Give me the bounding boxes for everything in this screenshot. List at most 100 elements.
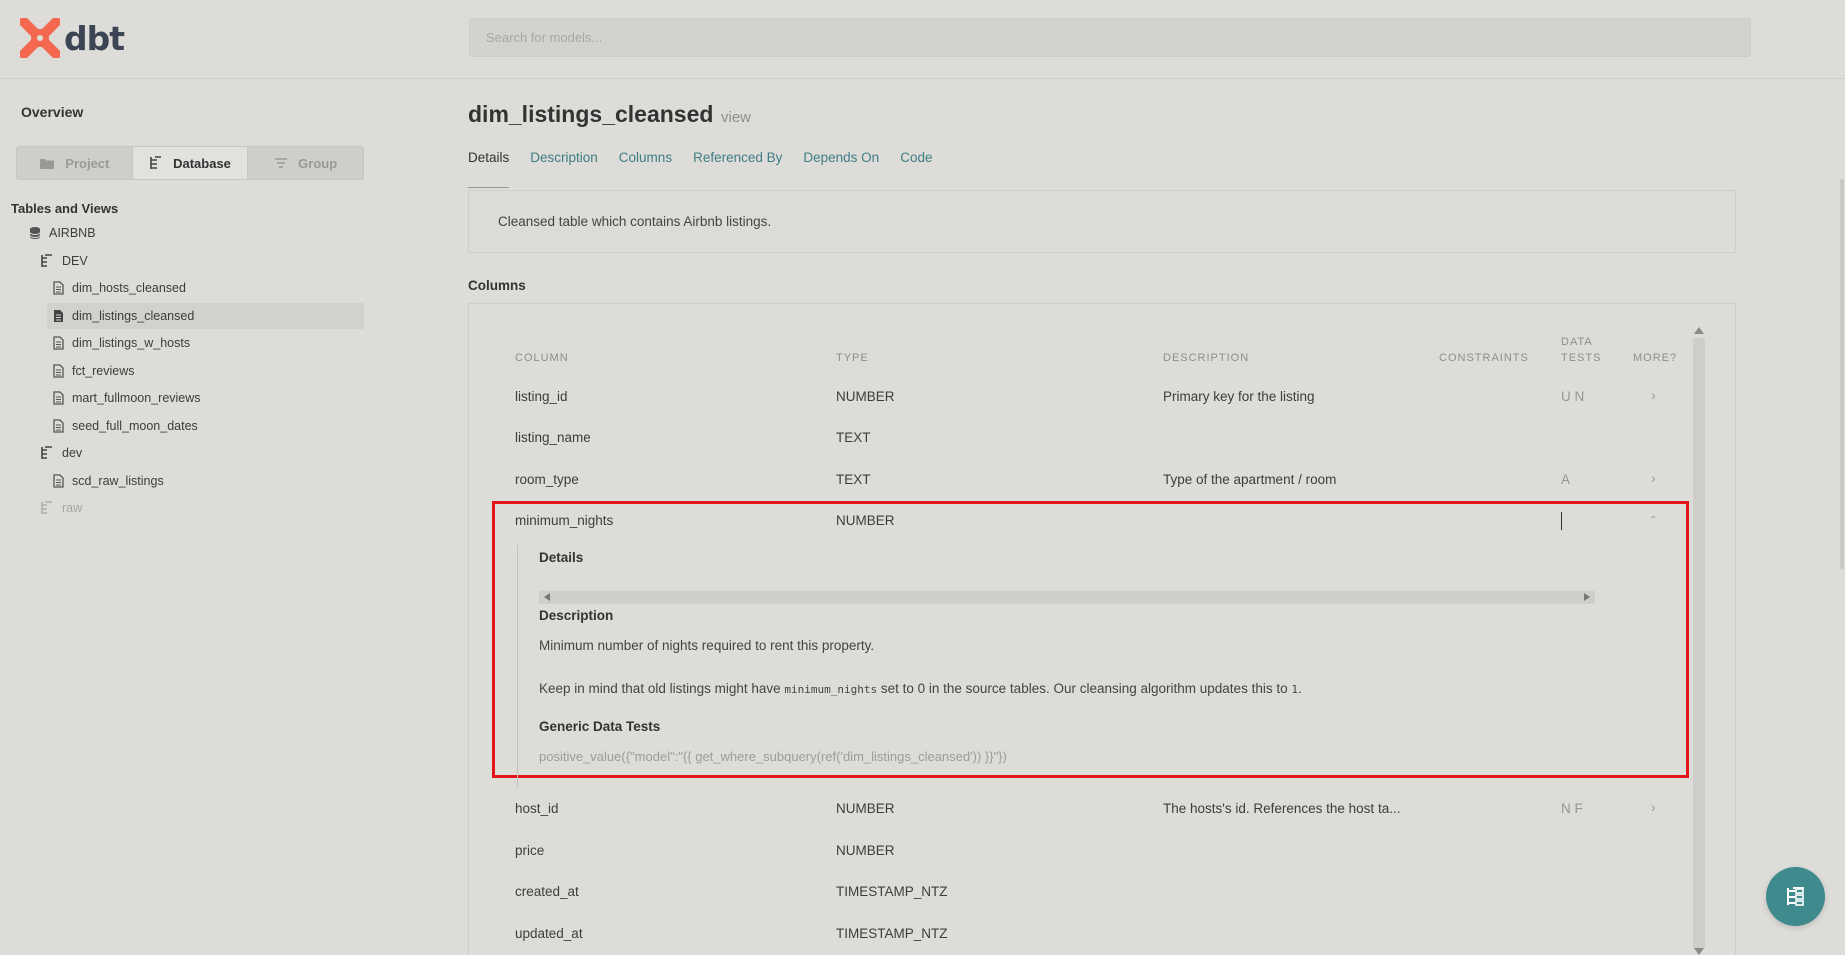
model-description: Cleansed table which contains Airbnb lis… — [498, 214, 772, 229]
schema-icon — [41, 254, 52, 267]
overview-link[interactable]: Overview — [21, 104, 83, 120]
row-updated-at-type: TIMESTAMP_NTZ — [836, 926, 948, 941]
tree-database-airbnb[interactable]: AIRBNB — [29, 220, 96, 246]
row-created-at-type: TIMESTAMP_NTZ — [836, 884, 948, 899]
inline-code: minimum_nights — [784, 683, 878, 696]
dbt-logo-icon — [20, 18, 60, 58]
row-room-type-name[interactable]: room_type — [515, 472, 579, 487]
tab-description[interactable]: Description — [530, 148, 598, 188]
page-scrollbar[interactable] — [1837, 79, 1845, 955]
column-description-line1: Minimum number of nights required to ren… — [539, 638, 875, 653]
row-minimum-nights-type: NUMBER — [836, 513, 895, 528]
desc-text: Keep in mind that old listings might hav… — [539, 681, 785, 696]
row-host-id-description: The hosts's id. References the host ta..… — [1163, 801, 1401, 816]
tree-model-fct-reviews[interactable]: fct_reviews — [53, 358, 135, 384]
row-listing-id-name[interactable]: listing_id — [515, 389, 568, 404]
row-host-id-name[interactable]: host_id — [515, 801, 559, 816]
row-created-at-name[interactable]: created_at — [515, 884, 579, 899]
tree-label: AIRBNB — [49, 226, 96, 240]
header-data-tests-line2: TESTS — [1561, 352, 1602, 364]
database-tab[interactable]: Database — [131, 147, 249, 179]
row-listing-name-name[interactable]: listing_name — [515, 430, 591, 445]
desc-text: set to 0 in the source tables. Our clean… — [877, 681, 1292, 696]
header-type: TYPE — [836, 352, 869, 364]
tree-label: scd_raw_listings — [72, 474, 164, 488]
header-column: COLUMN — [515, 352, 569, 364]
tab-referenced-by[interactable]: Referenced By — [693, 148, 782, 188]
details-horizontal-scrollbar[interactable] — [539, 591, 1595, 604]
project-tab-label: Project — [65, 155, 110, 171]
header: dbt — [0, 0, 1845, 79]
page-scrollbar-thumb[interactable] — [1840, 179, 1844, 569]
model-type-label: view — [721, 109, 752, 126]
scroll-right-arrow-icon[interactable] — [1584, 593, 1590, 601]
header-data-tests-line1: DATA — [1561, 336, 1593, 348]
tree-label: raw — [62, 501, 83, 515]
header-description: DESCRIPTION — [1163, 352, 1250, 364]
row-updated-at-name[interactable]: updated_at — [515, 926, 583, 941]
file-icon — [54, 310, 63, 322]
file-icon — [53, 474, 64, 488]
scroll-left-arrow-icon[interactable] — [544, 593, 550, 601]
row-room-type-description: Type of the apartment / room — [1163, 472, 1337, 487]
tab-details[interactable]: Details — [468, 148, 510, 188]
row-host-id-type: NUMBER — [836, 801, 895, 816]
tree-schema-dev-lower[interactable]: dev — [40, 440, 82, 466]
tree-label: dim_listings_w_hosts — [72, 336, 191, 350]
row-price-name[interactable]: price — [515, 843, 544, 858]
tree-model-scd-raw-listings[interactable]: scd_raw_listings — [53, 468, 164, 494]
tree-model-dim-hosts-cleansed[interactable]: dim_hosts_cleansed — [53, 275, 186, 301]
tree-schema-dev[interactable]: DEV — [40, 248, 88, 274]
tree-label: fct_reviews — [72, 364, 135, 378]
expand-chevron-icon[interactable]: › — [1651, 799, 1656, 815]
columns-scrollbar[interactable] — [1692, 325, 1706, 955]
lineage-graph-button[interactable] — [1766, 867, 1825, 926]
file-icon — [53, 336, 64, 350]
filter-icon — [275, 158, 288, 168]
scroll-down-arrow-icon[interactable] — [1694, 948, 1704, 955]
row-host-id-tests: N F — [1561, 801, 1583, 816]
inline-code: 1 — [1291, 683, 1298, 696]
tree-model-dim-listings-cleansed[interactable]: dim_listings_cleansed — [47, 303, 364, 329]
row-listing-id-tests: U N — [1561, 389, 1585, 404]
lineage-icon — [1786, 886, 1804, 906]
tab-depends-on[interactable]: Depends On — [803, 148, 879, 188]
expand-chevron-icon[interactable]: › — [1651, 387, 1656, 403]
row-minimum-nights-name[interactable]: minimum_nights — [515, 513, 613, 528]
column-description-line2: Keep in mind that old listings might hav… — [539, 681, 1302, 696]
row-listing-name-type: TEXT — [836, 430, 871, 445]
dbt-logo[interactable]: dbt — [20, 18, 125, 58]
search-input[interactable] — [469, 18, 1751, 57]
project-tab[interactable]: Project — [17, 147, 132, 179]
row-room-type-tests: A — [1561, 472, 1571, 487]
tree-model-seed-full-moon-dates[interactable]: seed_full_moon_dates — [53, 413, 198, 439]
tree-model-dim-listings-w-hosts[interactable]: dim_listings_w_hosts — [53, 330, 190, 356]
schema-icon — [41, 501, 52, 514]
description-heading: Description — [539, 608, 614, 623]
scroll-up-arrow-icon[interactable] — [1694, 327, 1704, 334]
header-more: MORE? — [1633, 352, 1678, 364]
row-price-type: NUMBER — [836, 843, 895, 858]
database-tab-label: Database — [173, 155, 231, 171]
row-listing-id-type: NUMBER — [836, 389, 895, 404]
columns-scrollbar-track[interactable] — [1693, 338, 1705, 948]
file-icon — [53, 364, 64, 378]
file-icon — [53, 281, 64, 295]
expand-chevron-icon[interactable]: › — [1651, 470, 1656, 486]
tab-columns[interactable]: Columns — [619, 148, 672, 188]
generic-tests-heading: Generic Data Tests — [539, 719, 661, 734]
tab-code[interactable]: Code — [900, 148, 932, 188]
page-title: dim_listings_cleansed — [468, 101, 714, 127]
header-constraints: CONSTRAINTS — [1439, 352, 1529, 364]
tree-schema-raw[interactable]: raw — [40, 495, 82, 521]
database-icon — [29, 227, 41, 239]
group-tab[interactable]: Group — [248, 147, 363, 179]
tree-model-mart-fullmoon-reviews[interactable]: mart_fullmoon_reviews — [53, 385, 201, 411]
text-caret — [1561, 512, 1562, 530]
file-icon — [53, 391, 64, 405]
collapse-chevron-icon[interactable]: ˆ — [1651, 513, 1656, 529]
row-room-type-type: TEXT — [836, 472, 871, 487]
tree-label: dev — [62, 446, 83, 460]
file-icon — [53, 419, 64, 433]
tables-and-views-heading: Tables and Views — [11, 201, 119, 216]
